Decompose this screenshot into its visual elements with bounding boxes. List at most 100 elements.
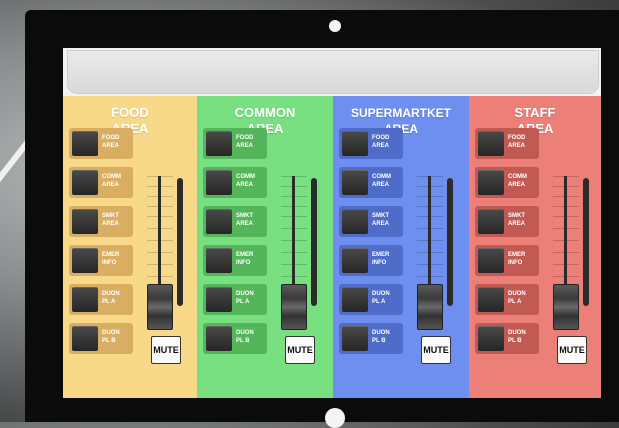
button-key[interactable] bbox=[478, 170, 504, 195]
source-button-duon-pl-a[interactable]: DUON PL A bbox=[475, 284, 539, 315]
button-key[interactable] bbox=[72, 209, 98, 234]
button-key[interactable] bbox=[478, 326, 504, 351]
source-button-emer-info[interactable]: EMER INFO bbox=[339, 245, 403, 276]
level-meter bbox=[177, 178, 183, 306]
volume-fader[interactable] bbox=[545, 176, 601, 330]
source-button-food-area[interactable]: FOOD AREA bbox=[339, 128, 403, 159]
button-key[interactable] bbox=[478, 287, 504, 312]
button-label-line1: FOOD bbox=[102, 135, 120, 141]
button-label-line2: INFO bbox=[508, 260, 523, 266]
button-key[interactable] bbox=[206, 209, 232, 234]
button-key[interactable] bbox=[206, 287, 232, 312]
mute-button[interactable]: MUTE bbox=[151, 336, 181, 364]
level-meter bbox=[447, 178, 453, 306]
button-label: COMM AREA bbox=[236, 173, 266, 189]
source-button-smkt-area[interactable]: SMKT AREA bbox=[69, 206, 133, 237]
button-label: DUON PL B bbox=[508, 329, 538, 345]
button-label-line1: DUON bbox=[102, 291, 120, 297]
button-label: EMER INFO bbox=[236, 251, 266, 267]
button-label-line2: AREA bbox=[372, 143, 390, 149]
button-label-line1: SMKT bbox=[508, 213, 525, 219]
level-meter bbox=[583, 178, 589, 306]
button-label-line1: DUON bbox=[102, 330, 120, 336]
source-button-duon-pl-b[interactable]: DUON PL B bbox=[69, 323, 133, 354]
button-key[interactable] bbox=[72, 326, 98, 351]
button-label-line2: PL B bbox=[102, 338, 116, 344]
source-button-emer-info[interactable]: EMER INFO bbox=[475, 245, 539, 276]
source-button-food-area[interactable]: FOOD AREA bbox=[203, 128, 267, 159]
source-button-duon-pl-a[interactable]: DUON PL A bbox=[203, 284, 267, 315]
button-key[interactable] bbox=[206, 170, 232, 195]
source-button-comm-area[interactable]: COMM AREA bbox=[203, 167, 267, 198]
button-key[interactable] bbox=[206, 131, 232, 156]
button-label: SMKT AREA bbox=[508, 212, 538, 228]
button-key[interactable] bbox=[72, 170, 98, 195]
button-label-line1: COMM bbox=[102, 174, 121, 180]
source-button-comm-area[interactable]: COMM AREA bbox=[69, 167, 133, 198]
source-button-duon-pl-a[interactable]: DUON PL A bbox=[339, 284, 403, 315]
source-button-smkt-area[interactable]: SMKT AREA bbox=[339, 206, 403, 237]
source-button-duon-pl-b[interactable]: DUON PL B bbox=[475, 323, 539, 354]
source-button-emer-info[interactable]: EMER INFO bbox=[69, 245, 133, 276]
button-label-line2: INFO bbox=[236, 260, 251, 266]
button-key[interactable] bbox=[342, 131, 368, 156]
button-key[interactable] bbox=[478, 209, 504, 234]
source-button-duon-pl-b[interactable]: DUON PL B bbox=[203, 323, 267, 354]
button-label-line1: EMER bbox=[102, 252, 120, 258]
mute-button[interactable]: MUTE bbox=[557, 336, 587, 364]
button-label: SMKT AREA bbox=[236, 212, 266, 228]
fader-handle[interactable] bbox=[281, 284, 307, 330]
button-label: DUON PL A bbox=[372, 290, 402, 306]
button-label: DUON PL B bbox=[102, 329, 132, 345]
mute-button[interactable]: MUTE bbox=[285, 336, 315, 364]
volume-fader[interactable] bbox=[409, 176, 467, 330]
fader-handle[interactable] bbox=[147, 284, 173, 330]
button-label-line2: AREA bbox=[372, 221, 390, 227]
zone-title-line1: FOOD bbox=[111, 105, 149, 120]
mute-button[interactable]: MUTE bbox=[421, 336, 451, 364]
tablet-frame: FOOD AREA FOOD AREA COMM AREA SMKT AREA EMER INFO… bbox=[25, 10, 619, 428]
button-label-line2: AREA bbox=[236, 221, 254, 227]
button-key[interactable] bbox=[206, 248, 232, 273]
source-button-smkt-area[interactable]: SMKT AREA bbox=[475, 206, 539, 237]
button-label-line1: DUON bbox=[372, 291, 390, 297]
button-label: DUON PL A bbox=[236, 290, 266, 306]
zone-title-line1: SUPERMARTKET bbox=[350, 106, 451, 120]
fader-handle[interactable] bbox=[417, 284, 443, 330]
button-label-line1: EMER bbox=[236, 252, 254, 258]
source-button-smkt-area[interactable]: SMKT AREA bbox=[203, 206, 267, 237]
fader-handle[interactable] bbox=[553, 284, 579, 330]
zone-panel-1: FOODAREAFOODAREACOMMAREASMKTAREAEMERINFO… bbox=[63, 96, 197, 398]
button-label-line1: FOOD bbox=[508, 135, 526, 141]
button-key[interactable] bbox=[342, 287, 368, 312]
source-button-emer-info[interactable]: EMER INFO bbox=[203, 245, 267, 276]
button-key[interactable] bbox=[342, 209, 368, 234]
button-key[interactable] bbox=[342, 170, 368, 195]
zone-panel-2: COMMONAREAFOODAREACOMMAREASMKTAREAEMERIN… bbox=[197, 96, 333, 398]
camera-dot bbox=[329, 20, 341, 32]
button-key[interactable] bbox=[72, 287, 98, 312]
button-label-line1: FOOD bbox=[372, 135, 390, 141]
button-key[interactable] bbox=[478, 131, 504, 156]
volume-fader[interactable] bbox=[273, 176, 331, 330]
button-key[interactable] bbox=[72, 131, 98, 156]
button-label-line1: COMM bbox=[508, 174, 527, 180]
source-button-comm-area[interactable]: COMM AREA bbox=[475, 167, 539, 198]
button-label: DUON PL A bbox=[102, 290, 132, 306]
source-button-duon-pl-b[interactable]: DUON PL B bbox=[339, 323, 403, 354]
button-label-line2: AREA bbox=[508, 221, 526, 227]
button-key[interactable] bbox=[72, 248, 98, 273]
source-button-food-area[interactable]: FOOD AREA bbox=[475, 128, 539, 159]
home-button[interactable] bbox=[325, 408, 345, 428]
source-button-comm-area[interactable]: COMM AREA bbox=[339, 167, 403, 198]
button-label: EMER INFO bbox=[508, 251, 538, 267]
button-key[interactable] bbox=[342, 326, 368, 351]
zone-panel-4: STAFFAREAFOODAREACOMMAREASMKTAREAEMERINF… bbox=[469, 96, 601, 398]
button-key[interactable] bbox=[206, 326, 232, 351]
button-label-line1: EMER bbox=[508, 252, 526, 258]
source-button-food-area[interactable]: FOOD AREA bbox=[69, 128, 133, 159]
volume-fader[interactable] bbox=[139, 176, 197, 330]
button-key[interactable] bbox=[342, 248, 368, 273]
button-key[interactable] bbox=[478, 248, 504, 273]
source-button-duon-pl-a[interactable]: DUON PL A bbox=[69, 284, 133, 315]
